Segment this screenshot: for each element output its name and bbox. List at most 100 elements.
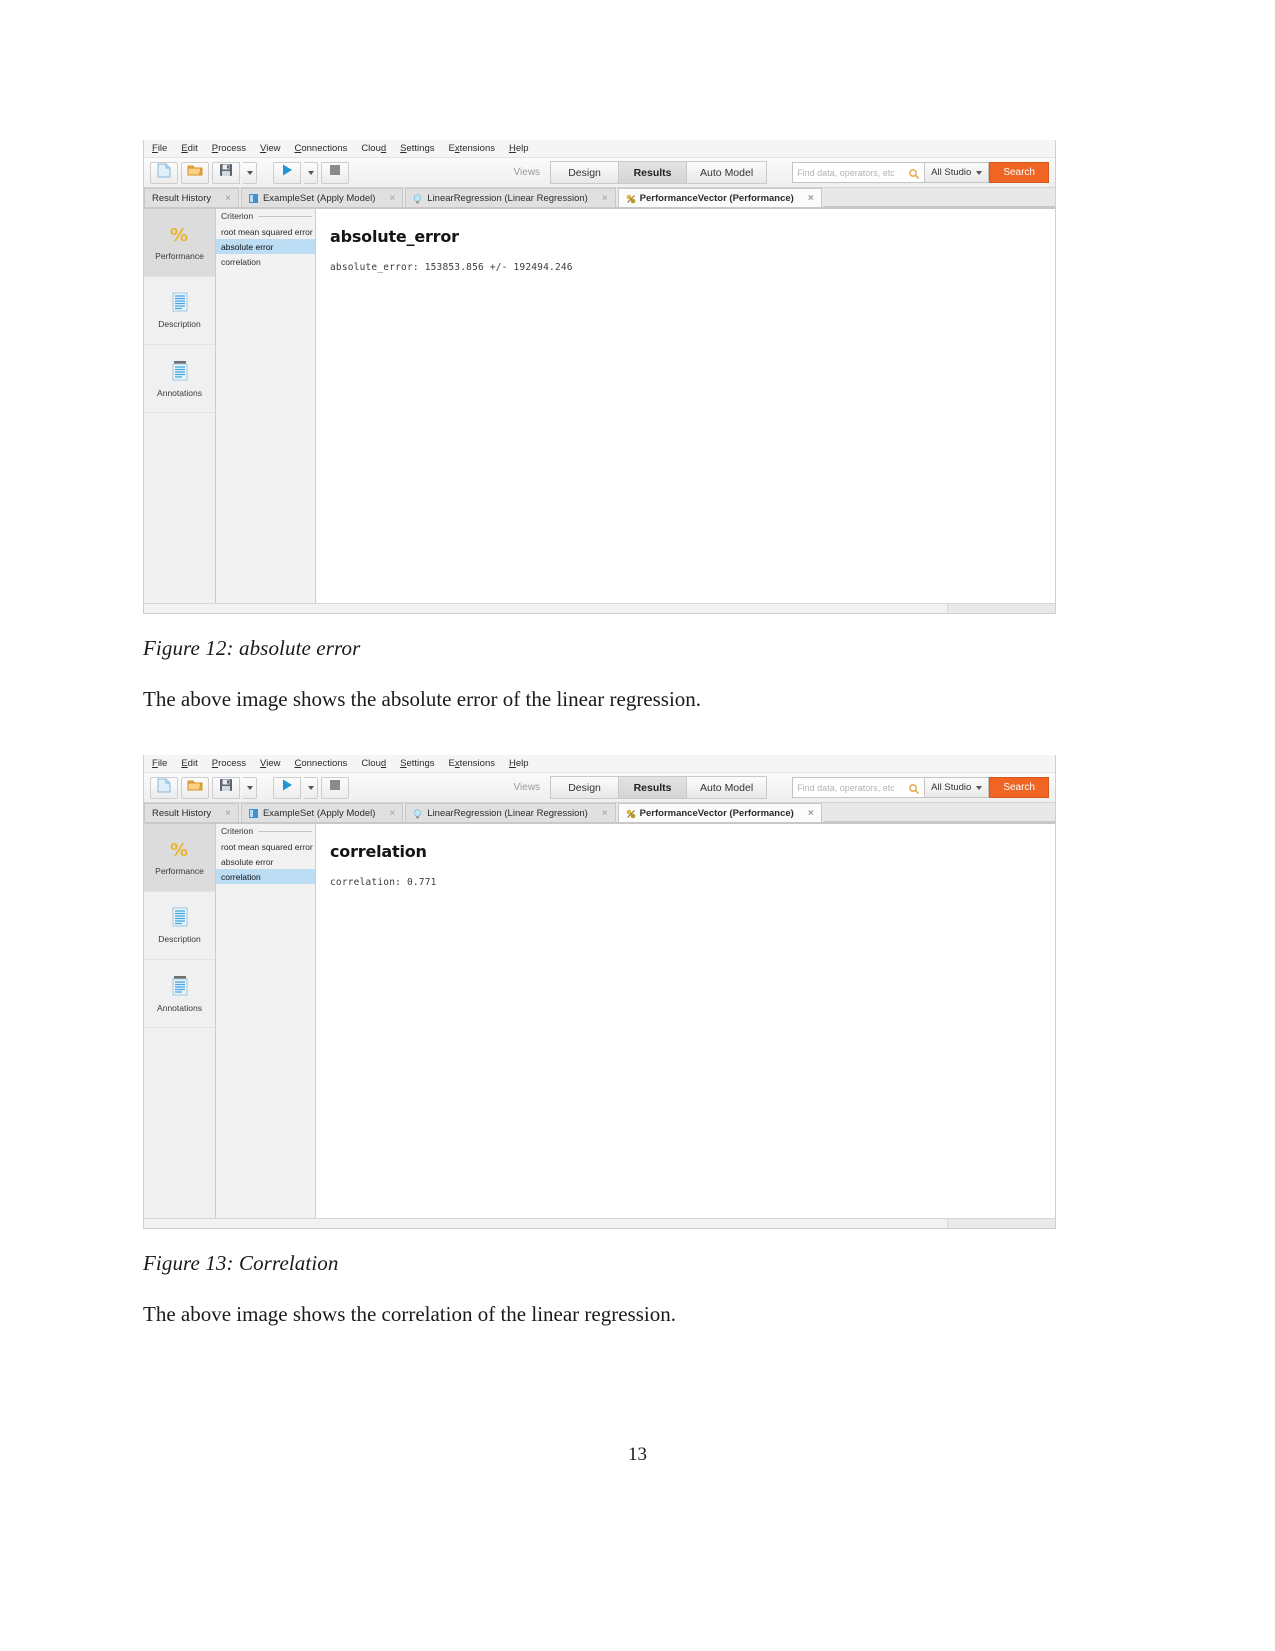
tab-performance-vector[interactable]: PerformanceVector (Performance) × (617, 188, 822, 207)
criterion-item-correlation[interactable]: correlation (216, 869, 315, 885)
menu-settings[interactable]: Settings (400, 758, 434, 770)
menu-edit[interactable]: Edit (181, 758, 197, 770)
menu-cloud[interactable]: Cloud (361, 758, 386, 770)
sidebar-item-annotations[interactable]: Annotations (144, 960, 215, 1029)
view-button-results[interactable]: Results (618, 161, 687, 184)
menu-help[interactable]: Help (509, 758, 529, 770)
save-process-button[interactable] (212, 161, 240, 184)
close-icon[interactable]: × (389, 808, 395, 819)
stop-square-icon (328, 163, 342, 182)
view-button-auto-model[interactable]: Auto Model (686, 161, 768, 184)
close-icon[interactable]: × (225, 808, 231, 819)
menu-settings[interactable]: Settings (400, 143, 434, 155)
run-dropdown-button[interactable] (304, 161, 318, 184)
new-process-button[interactable] (150, 161, 178, 184)
search-scope-select[interactable]: All Studio (925, 162, 990, 183)
tab-linear-regression[interactable]: LinearRegression (Linear Regression) × (405, 803, 616, 823)
run-process-button[interactable] (273, 776, 301, 799)
close-icon[interactable]: × (602, 193, 608, 204)
search-input[interactable]: Find data, operators, etc (792, 162, 926, 183)
menu-cloud[interactable]: Cloud (361, 143, 386, 155)
sidebar-item-annotations[interactable]: Annotations (144, 345, 215, 413)
menu-connections[interactable]: Connections (294, 758, 347, 770)
save-dropdown-button[interactable] (243, 161, 257, 184)
menu-connections[interactable]: Connections (294, 143, 347, 155)
menu-extensions[interactable]: Extensions (449, 758, 495, 770)
run-dropdown-button[interactable] (304, 776, 318, 799)
sidebar-item-description[interactable]: Description (144, 277, 215, 345)
tab-label: PerformanceVector (Performance) (639, 807, 794, 819)
sidebar-item-performance[interactable]: % Performance (144, 824, 215, 893)
close-icon[interactable]: × (602, 808, 608, 819)
menu-file[interactable]: File (152, 143, 167, 155)
search-input[interactable]: Find data, operators, etc (792, 777, 926, 799)
open-process-button[interactable] (181, 776, 209, 799)
menu-help[interactable]: Help (509, 143, 529, 155)
new-process-icon (157, 163, 171, 183)
criterion-item-correlation[interactable]: correlation (216, 254, 315, 269)
magnifier-icon[interactable] (908, 167, 920, 179)
status-resize-grip[interactable] (947, 604, 1055, 613)
sidebar-filler (144, 1028, 215, 1218)
new-process-button[interactable] (150, 776, 178, 799)
status-bar-2 (144, 1218, 1055, 1229)
search-scope-label: All Studio (931, 167, 972, 178)
criterion-item-rmse[interactable]: root mean squared error (216, 839, 315, 854)
tab-result-history[interactable]: Result History × (144, 803, 239, 823)
result-main-1: absolute_error absolute_error: 153853.85… (316, 209, 1055, 603)
menu-process[interactable]: Process (212, 758, 246, 770)
search-placeholder: Find data, operators, etc (797, 782, 895, 793)
menu-extensions[interactable]: Extensions (449, 143, 495, 155)
menu-view[interactable]: View (260, 758, 280, 770)
result-sidebar-2: % Performance Description Annotations (144, 824, 216, 1219)
search-button[interactable]: Search (989, 777, 1049, 799)
criterion-item-absolute-error[interactable]: absolute error (216, 854, 315, 869)
menu-file[interactable]: File (152, 758, 167, 770)
open-process-button[interactable] (181, 161, 209, 184)
view-button-design[interactable]: Design (550, 776, 619, 800)
sidebar-item-performance[interactable]: % Performance (144, 209, 215, 277)
stop-process-button[interactable] (321, 161, 349, 184)
document-body: File Edit Process View Connections Cloud… (143, 140, 1133, 1329)
close-icon[interactable]: × (808, 193, 814, 204)
close-icon[interactable]: × (389, 193, 395, 204)
close-icon[interactable]: × (808, 808, 814, 819)
criterion-item-rmse[interactable]: root mean squared error (216, 224, 315, 239)
search-scope-select[interactable]: All Studio (925, 777, 990, 799)
menu-process[interactable]: Process (212, 143, 246, 155)
figure-13: File Edit Process View Connections Cloud… (143, 755, 1133, 1230)
stop-process-button[interactable] (321, 776, 349, 799)
save-process-button[interactable] (212, 776, 240, 799)
menu-view[interactable]: View (260, 143, 280, 155)
tab-performance-vector[interactable]: PerformanceVector (Performance) × (617, 803, 822, 823)
save-dropdown-button[interactable] (243, 776, 257, 799)
result-main-2: correlation correlation: 0.771 (316, 824, 1055, 1219)
chevron-down-icon (307, 170, 314, 175)
search-button[interactable]: Search (989, 162, 1049, 183)
sidebar-item-description[interactable]: Description (144, 892, 215, 961)
chevron-down-icon (307, 785, 314, 790)
view-button-auto-model[interactable]: Auto Model (686, 776, 768, 800)
tab-result-history[interactable]: Result History × (144, 188, 239, 207)
tab-linear-regression[interactable]: LinearRegression (Linear Regression) × (405, 188, 616, 207)
close-icon[interactable]: × (225, 193, 231, 204)
tab-bar-filler (823, 188, 1055, 207)
run-process-button[interactable] (273, 161, 301, 184)
open-folder-icon (187, 163, 203, 182)
magnifier-icon[interactable] (908, 782, 920, 794)
rapidminer-window-1: File Edit Process View Connections Cloud… (143, 140, 1056, 614)
open-folder-icon (187, 778, 203, 797)
sidebar-item-label: Description (158, 934, 201, 945)
chevron-down-icon (976, 170, 983, 175)
view-button-results[interactable]: Results (618, 776, 687, 800)
criterion-legend: Criterion (216, 824, 315, 839)
menu-edit[interactable]: Edit (181, 143, 197, 155)
tab-exampleset[interactable]: ExampleSet (Apply Model) × (240, 803, 404, 823)
tab-exampleset[interactable]: ExampleSet (Apply Model) × (240, 188, 404, 207)
tab-label: ExampleSet (Apply Model) (262, 192, 376, 204)
status-resize-grip[interactable] (947, 1219, 1055, 1229)
criterion-item-absolute-error[interactable]: absolute error (216, 239, 315, 254)
tab-bar-filler (823, 803, 1055, 823)
views-label: Views (513, 167, 541, 178)
view-button-design[interactable]: Design (550, 161, 619, 184)
